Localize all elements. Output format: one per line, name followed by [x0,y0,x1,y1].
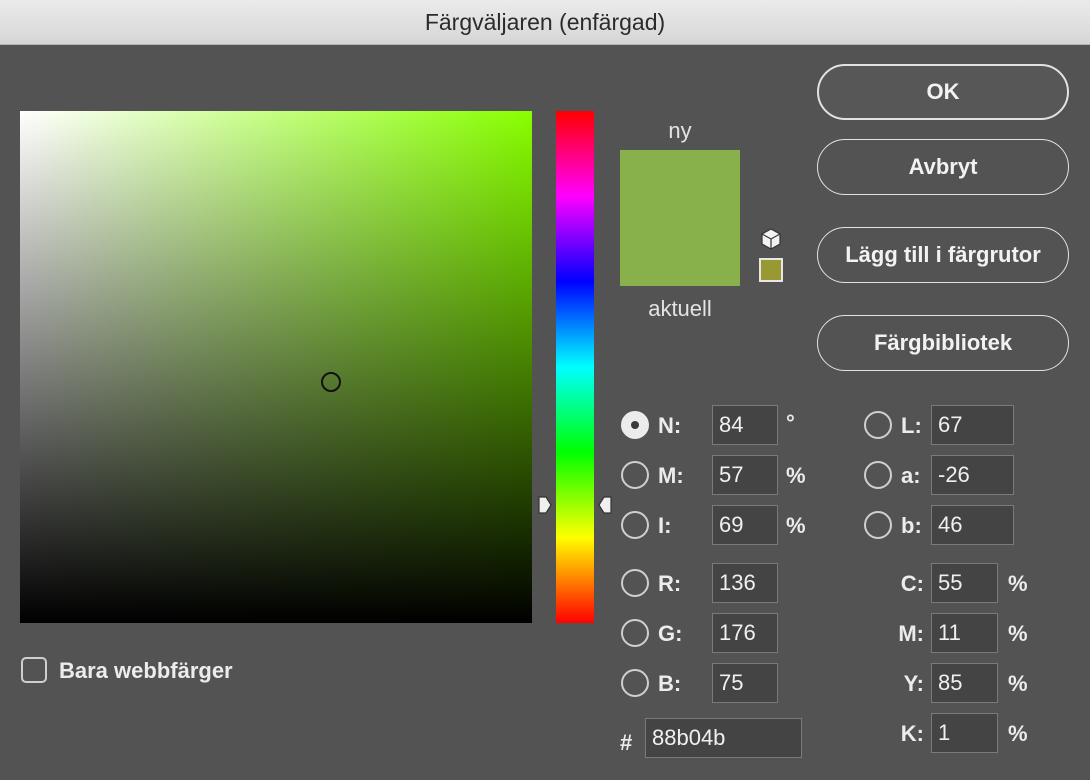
yellow-unit: % [1008,671,1028,696]
saturation-brightness-field[interactable] [20,111,532,623]
saturation-radio[interactable] [621,461,649,489]
saturation-unit: % [786,463,806,488]
web-safe-cube-icon[interactable] [759,227,783,251]
red-radio[interactable] [621,569,649,597]
hue-slider-right-handle[interactable] [597,495,613,515]
yellow-input[interactable]: 85 [931,663,998,703]
magenta-unit: % [1008,621,1028,646]
brightness-radio[interactable] [621,511,649,539]
ok-button[interactable]: OK [817,64,1069,120]
hue-input[interactable]: 84 [712,405,778,445]
black-label: K: [900,721,924,746]
new-color-label: ny [668,118,692,143]
brightness-label: I: [658,513,672,538]
lab-a-input[interactable]: -26 [931,455,1014,495]
green-label: G: [658,621,683,646]
color-picker-marker[interactable] [321,372,341,392]
hue-slider-left-handle[interactable] [537,495,553,515]
web-safe-color-swatch[interactable] [759,258,783,282]
cancel-button[interactable]: Avbryt [817,139,1069,195]
saturation-label: M: [658,463,684,488]
red-input[interactable]: 136 [712,563,778,603]
red-label: R: [658,571,682,596]
black-unit: % [1008,721,1028,746]
hex-input[interactable]: 88b04b [645,718,802,758]
hue-slider[interactable] [556,111,594,623]
cyan-label: C: [900,571,924,596]
lab-b-radio[interactable] [864,511,892,539]
lab-a-label: a: [901,463,921,488]
yellow-label: Y: [903,671,924,696]
color-libraries-button[interactable]: Färgbibliotek [817,315,1069,371]
blue-label: B: [658,671,682,696]
new-color-swatch [620,150,740,218]
green-radio[interactable] [621,619,649,647]
lab-a-radio[interactable] [864,461,892,489]
saturation-input[interactable]: 57 [712,455,778,495]
lab-l-input[interactable]: 67 [931,405,1014,445]
lab-l-label: L: [901,413,922,438]
green-input[interactable]: 176 [712,613,778,653]
brightness-input[interactable]: 69 [712,505,778,545]
cyan-unit: % [1008,571,1028,596]
magenta-label: M: [898,621,924,646]
degree-unit: ° [786,410,795,435]
add-to-swatches-button[interactable]: Lägg till i färgrutor [817,227,1069,283]
web-colors-only-label: Bara webbfärger [59,658,233,683]
hue-radio[interactable] [621,411,649,439]
hue-label: N: [658,413,682,438]
blue-radio[interactable] [621,669,649,697]
hex-label: # [620,730,633,755]
lab-l-radio[interactable] [864,411,892,439]
brightness-unit: % [786,513,806,538]
title-bar[interactable]: Färgväljaren (enfärgad) [0,0,1090,45]
magenta-input[interactable]: 11 [931,613,998,653]
web-colors-only-checkbox[interactable] [21,657,47,683]
current-color-swatch[interactable] [620,218,740,286]
lab-b-input[interactable]: 46 [931,505,1014,545]
blue-input[interactable]: 75 [712,663,778,703]
window-title: Färgväljaren (enfärgad) [424,8,666,35]
lab-b-label: b: [901,513,922,538]
black-input[interactable]: 1 [931,713,998,753]
current-color-label: aktuell [648,296,712,321]
cyan-input[interactable]: 55 [931,563,998,603]
